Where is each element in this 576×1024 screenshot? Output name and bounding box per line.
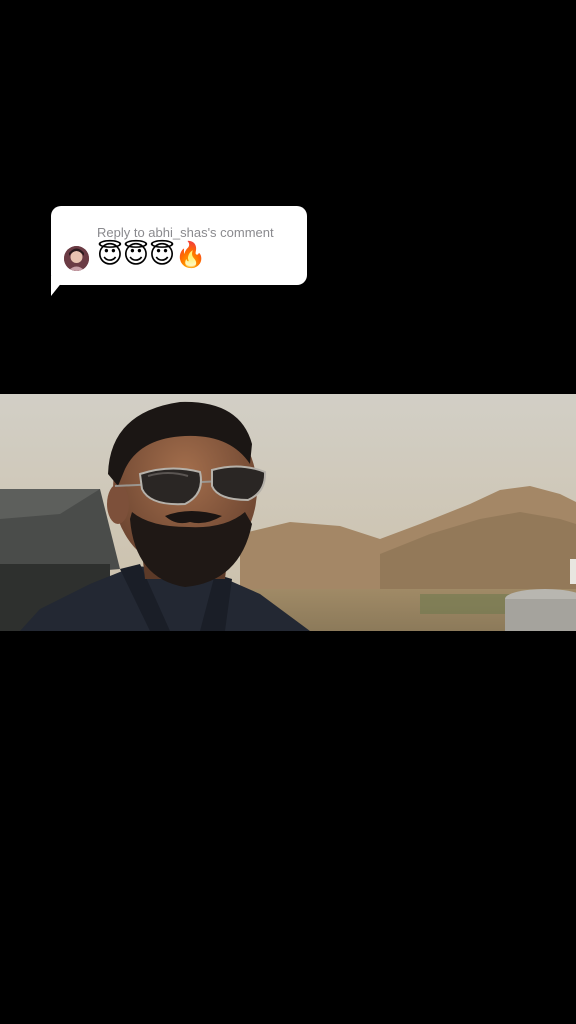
reply-comment-sticker[interactable]: Reply to abhi_shas's comment 😇😇😇🔥	[51, 206, 307, 285]
reply-title: Reply to abhi_shas's comment	[97, 225, 274, 240]
avatar-image	[64, 246, 89, 271]
video-frame[interactable]	[0, 394, 576, 631]
reply-comment-text: 😇😇😇🔥	[97, 240, 207, 269]
commenter-avatar[interactable]	[64, 246, 89, 271]
video-screen[interactable]: Reply to abhi_shas's comment 😇😇😇🔥	[0, 0, 576, 1024]
video-still-image	[0, 394, 576, 631]
